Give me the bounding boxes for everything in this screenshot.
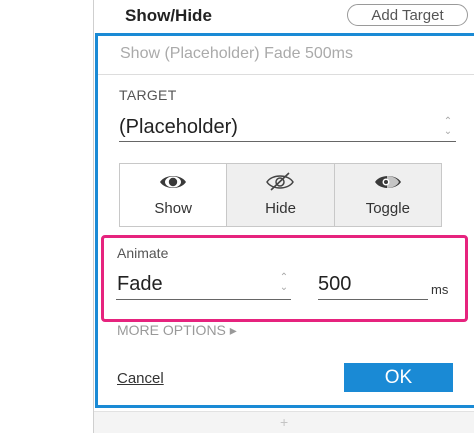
- ok-button[interactable]: OK: [344, 363, 453, 392]
- animation-effect-value: Fade: [117, 273, 163, 295]
- target-label: TARGET: [119, 87, 177, 103]
- hide-option-label: Hide: [265, 200, 296, 217]
- animate-label: Animate: [117, 245, 169, 261]
- add-icon[interactable]: +: [280, 414, 288, 430]
- header: Show/Hide Add Target: [94, 0, 474, 32]
- action-summary: Show (Placeholder) Fade 500ms: [120, 45, 354, 62]
- toggle-option[interactable]: Toggle: [334, 164, 441, 226]
- animation-effect-select[interactable]: Fade ⌃ ⌄: [116, 270, 291, 300]
- duration-unit: ms: [431, 282, 449, 297]
- show-option[interactable]: Show: [120, 164, 228, 226]
- select-arrows-icon: ⌃ ⌄: [279, 272, 289, 293]
- show-option-label: Show: [154, 200, 192, 217]
- eye-icon: [160, 176, 187, 188]
- panel-title: Show/Hide: [125, 6, 212, 25]
- select-arrows-icon: ⌃ ⌄: [443, 116, 453, 137]
- show-hide-panel: Show (Placeholder) Fade 500ms TARGET (Pl…: [95, 33, 474, 408]
- more-options-link[interactable]: MORE OPTIONS ▸: [117, 322, 237, 339]
- show-hide-toggle-group: Show Hide Toggle: [119, 163, 442, 227]
- eye-slash-icon: [266, 172, 295, 191]
- toggle-option-label: Toggle: [365, 200, 410, 217]
- eye-half-icon: [374, 176, 401, 188]
- duration-input[interactable]: 500: [318, 270, 428, 300]
- summary-divider: [98, 74, 474, 75]
- cancel-link[interactable]: Cancel: [117, 370, 164, 387]
- duration-value: 500: [318, 273, 352, 295]
- left-divider: [93, 0, 94, 433]
- add-target-button[interactable]: Add Target: [347, 4, 468, 26]
- bottom-bar: +: [94, 411, 474, 433]
- hide-option[interactable]: Hide: [227, 164, 335, 226]
- target-select-value: (Placeholder): [119, 116, 238, 138]
- target-select[interactable]: (Placeholder) ⌃ ⌄: [119, 114, 456, 142]
